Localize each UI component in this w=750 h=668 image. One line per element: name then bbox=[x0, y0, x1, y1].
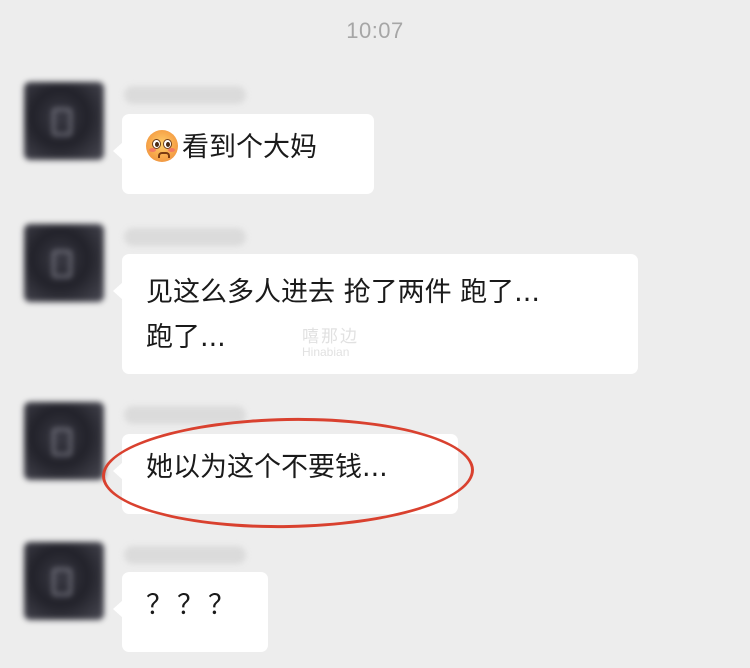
avatar[interactable] bbox=[24, 542, 104, 620]
message-text-line: 跑了... bbox=[146, 322, 226, 353]
sender-name-blurred bbox=[124, 546, 246, 564]
avatar-placeholder-icon bbox=[52, 108, 72, 136]
message-timestamp: 10:07 bbox=[346, 18, 404, 43]
avatar-placeholder-icon bbox=[52, 250, 72, 278]
avatar[interactable] bbox=[24, 224, 104, 302]
message-row: 见这么多人进去 抢了两件 跑了... 跑了... bbox=[0, 224, 750, 374]
message-text-line: 见这么多人进去 抢了两件 跑了... bbox=[146, 277, 540, 308]
sender-name-blurred bbox=[124, 86, 246, 104]
message-text: ？？？ bbox=[146, 590, 239, 621]
message-bubble[interactable]: 见这么多人进去 抢了两件 跑了... 跑了... bbox=[113, 254, 638, 374]
message-text: 看到个大妈 bbox=[182, 132, 317, 163]
avatar-placeholder-icon bbox=[52, 428, 72, 456]
message-row: 看到个大妈 bbox=[0, 82, 750, 194]
avatar[interactable] bbox=[24, 82, 104, 160]
message-bubble[interactable]: 看到个大妈 bbox=[113, 114, 374, 194]
avatar[interactable] bbox=[24, 402, 104, 480]
flushed-face-emoji-icon bbox=[146, 130, 178, 162]
avatar-placeholder-icon bbox=[52, 568, 72, 596]
message-bubble[interactable]: ？？？ bbox=[113, 572, 268, 652]
message-row: ？？？ bbox=[0, 542, 750, 654]
sender-name-blurred bbox=[124, 228, 246, 246]
